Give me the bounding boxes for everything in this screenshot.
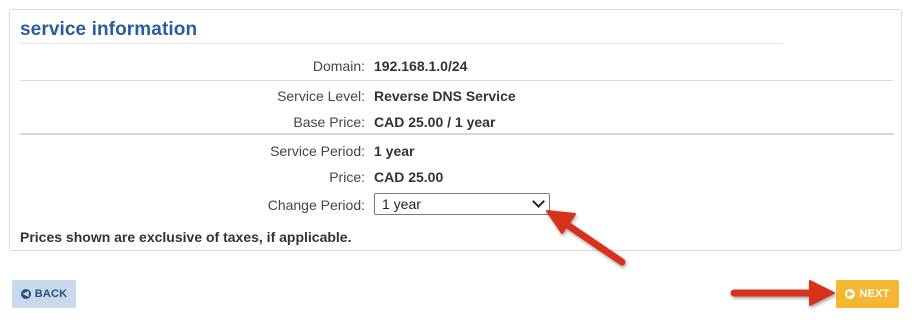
service-period-label: Service Period: (270, 143, 365, 159)
section-title: service information (20, 19, 198, 40)
title-divider (20, 43, 782, 44)
service-period-value: 1 year (374, 143, 415, 159)
domain-value: 192.168.1.0/24 (374, 58, 468, 74)
back-button-label: BACK (34, 288, 68, 300)
tax-note: Prices shown are exclusive of taxes, if … (20, 229, 352, 245)
divider (20, 133, 894, 135)
service-level-value: Reverse DNS Service (374, 88, 516, 104)
change-period-selected-value: 1 year (382, 196, 421, 212)
divider (20, 80, 894, 81)
annotation-arrow-to-next (730, 280, 835, 306)
arrow-right-icon: ▶ (845, 289, 856, 299)
next-button[interactable]: ▶ NEXT (836, 280, 899, 308)
price-label: Price: (329, 169, 365, 185)
change-period-select[interactable]: 1 year (374, 193, 550, 215)
base-price-label: Base Price: (293, 114, 365, 130)
chevron-down-icon (532, 195, 545, 208)
arrow-left-icon: ◀ (20, 289, 31, 299)
price-value: CAD 25.00 (374, 169, 444, 185)
domain-label: Domain: (312, 58, 365, 74)
service-level-label: Service Level: (277, 88, 365, 104)
base-price-value: CAD 25.00 / 1 year (374, 114, 496, 130)
back-button[interactable]: ◀ BACK (12, 280, 76, 308)
change-period-label: Change Period: (267, 197, 365, 213)
next-button-label: NEXT (859, 288, 890, 300)
